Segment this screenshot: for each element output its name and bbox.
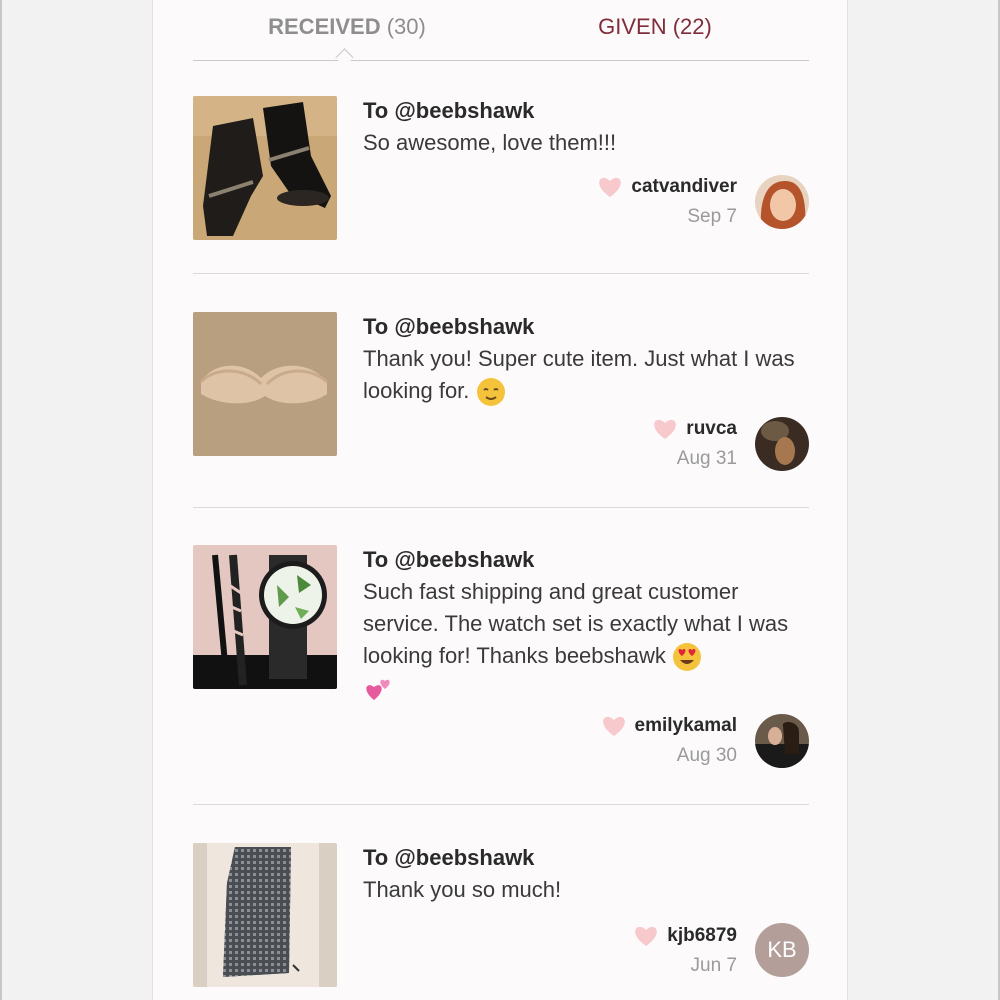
avatar[interactable] bbox=[755, 714, 809, 768]
note-date: Jun 7 bbox=[690, 955, 737, 976]
username: ruvca bbox=[686, 418, 737, 439]
list-item: To @beebshawk So awesome, love them!!! c… bbox=[193, 96, 809, 246]
tab-received-count: (30) bbox=[386, 14, 426, 39]
tab-given[interactable]: GIVEN (22) bbox=[501, 12, 809, 42]
list-item: To @beebshawk Thank you! Super cute item… bbox=[193, 312, 809, 472]
note-date: Aug 30 bbox=[676, 745, 737, 766]
list-item: To @beebshawk Such fast shipping and gre… bbox=[193, 545, 809, 775]
note-date: Sep 7 bbox=[687, 206, 737, 227]
recipient-line: To @beebshawk bbox=[363, 314, 535, 339]
relieved-face-emoji-icon bbox=[476, 378, 505, 407]
note-author[interactable]: kjb6879 bbox=[633, 923, 737, 949]
comment-body: Such fast shipping and great customer se… bbox=[363, 579, 789, 668]
comment-body: Thank you! Super cute item. Just what I … bbox=[363, 346, 795, 403]
boots-photo[interactable] bbox=[193, 96, 337, 240]
divider bbox=[193, 273, 809, 274]
avatar[interactable] bbox=[755, 417, 809, 471]
username: catvandiver bbox=[631, 176, 737, 197]
divider bbox=[193, 507, 809, 508]
tab-given-count: (22) bbox=[672, 14, 712, 39]
note-author[interactable]: emilykamal bbox=[601, 713, 737, 739]
tab-received-label: RECEIVED bbox=[268, 14, 381, 39]
comment-body: So awesome, love them!!! bbox=[363, 130, 617, 155]
recipient-line: To @beebshawk bbox=[363, 547, 535, 572]
comment-text: Thank you! Super cute item. Just what I … bbox=[363, 343, 803, 407]
two-hearts-emoji-icon bbox=[366, 680, 390, 701]
tab-bar: RECEIVED (30) GIVEN (22) bbox=[193, 0, 809, 67]
username: kjb6879 bbox=[667, 925, 737, 946]
watch-photo[interactable] bbox=[193, 545, 337, 689]
heart-eyes-emoji-icon bbox=[673, 643, 701, 672]
heart-icon bbox=[654, 419, 677, 439]
left-edge bbox=[0, 0, 2, 1000]
recipient-line: To @beebshawk bbox=[363, 98, 535, 123]
heart-icon bbox=[599, 177, 622, 197]
comment-text: Thank you so much! bbox=[363, 874, 803, 906]
note-meta: emilykamal Aug 30 bbox=[601, 713, 737, 771]
list-item: To @beebshawk Thank you so much! kjb6879… bbox=[193, 843, 809, 993]
love-notes-panel: RECEIVED (30) GIVEN (22) To @beebshawk S… bbox=[152, 0, 848, 1000]
bra-photo[interactable] bbox=[193, 312, 337, 456]
tab-received[interactable]: RECEIVED (30) bbox=[193, 12, 501, 42]
avatar[interactable] bbox=[755, 175, 809, 229]
username: emilykamal bbox=[634, 715, 737, 736]
recipient-line: To @beebshawk bbox=[363, 845, 535, 870]
cardigan-photo[interactable] bbox=[193, 843, 337, 987]
note-meta: ruvca Aug 31 bbox=[652, 416, 737, 474]
note-author[interactable]: catvandiver bbox=[597, 174, 737, 200]
tab-given-label: GIVEN bbox=[598, 14, 667, 39]
active-tab-caret bbox=[335, 48, 354, 67]
heart-icon bbox=[602, 716, 625, 736]
avatar[interactable]: KB bbox=[755, 923, 809, 977]
note-date: Aug 31 bbox=[676, 448, 737, 469]
comment-body: Thank you so much! bbox=[363, 877, 562, 902]
comment-text: Such fast shipping and great customer se… bbox=[363, 576, 803, 704]
divider bbox=[193, 804, 809, 805]
heart-icon bbox=[635, 926, 658, 946]
note-meta: catvandiver Sep 7 bbox=[597, 174, 737, 232]
note-author[interactable]: ruvca bbox=[652, 416, 737, 442]
comment-text: So awesome, love them!!! bbox=[363, 127, 803, 159]
note-meta: kjb6879 Jun 7 bbox=[633, 923, 737, 981]
